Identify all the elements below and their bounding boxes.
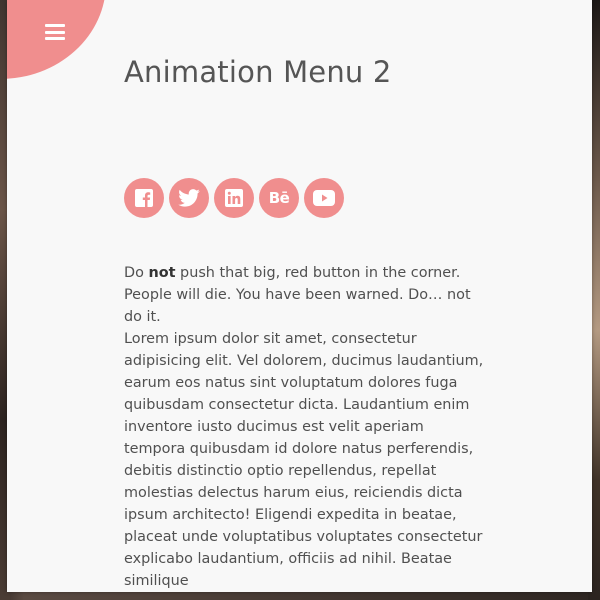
linkedin-link[interactable] — [214, 178, 254, 218]
linkedin-icon — [225, 189, 243, 207]
social-links: Bē — [124, 178, 349, 218]
body-paragraph: Lorem ipsum dolor sit amet, consectetur … — [124, 331, 484, 589]
content-panel: Animation Menu 2 Bē Do not push that big… — [7, 0, 592, 592]
facebook-icon — [135, 189, 153, 207]
twitter-link[interactable] — [169, 178, 209, 218]
article-content: Do not push that big, red button in the … — [124, 262, 484, 592]
hamburger-icon[interactable] — [45, 24, 65, 40]
behance-icon: Bē — [268, 189, 290, 207]
youtube-link[interactable] — [304, 178, 344, 218]
facebook-link[interactable] — [124, 178, 164, 218]
youtube-icon — [313, 190, 335, 206]
emphasis-text: not — [148, 265, 176, 281]
twitter-icon — [178, 189, 200, 207]
warning-paragraph: Do not push that big, red button in the … — [124, 265, 471, 325]
page-title: Animation Menu 2 — [124, 55, 392, 89]
behance-link[interactable]: Bē — [259, 178, 299, 218]
